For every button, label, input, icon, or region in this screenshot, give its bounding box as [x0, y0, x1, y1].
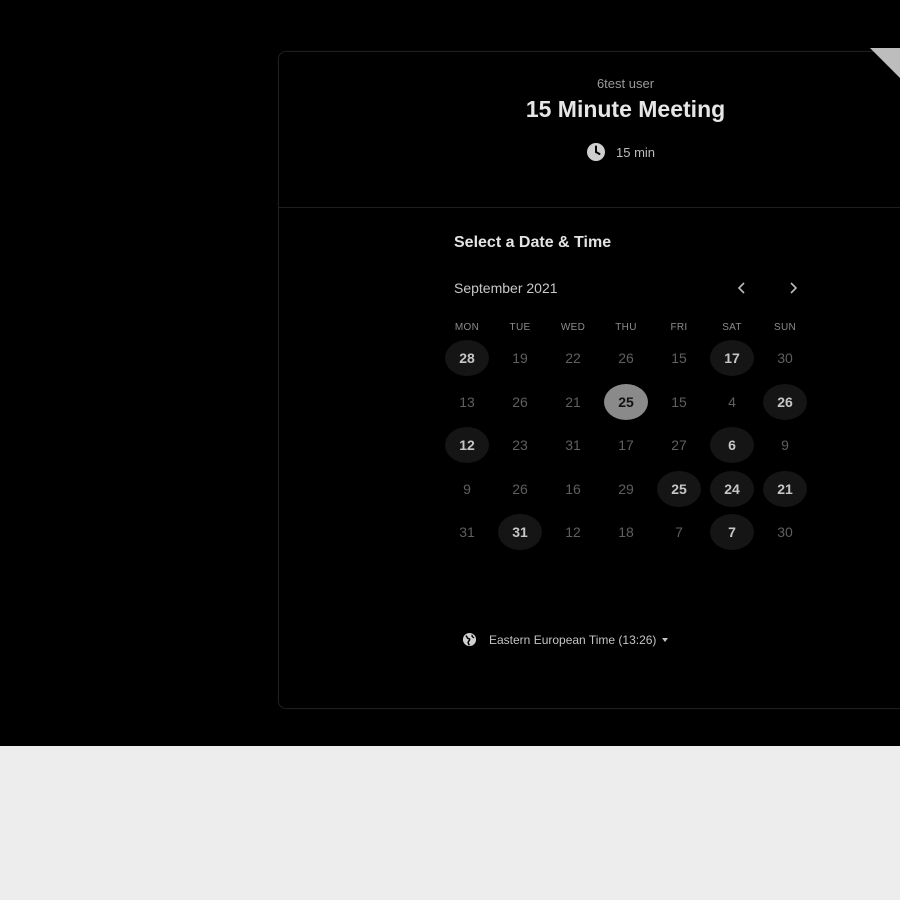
previous-month-button[interactable] — [726, 272, 758, 304]
next-month-button[interactable] — [777, 272, 809, 304]
calendar-day[interactable]: 31 — [498, 514, 542, 550]
weekday-tue: TUE — [509, 322, 531, 333]
chevron-right-icon — [790, 282, 798, 294]
month-label: September 2021 — [454, 280, 558, 296]
calendar-day: 15 — [671, 350, 687, 366]
calendar-day[interactable]: 21 — [763, 470, 807, 507]
calendar-day: 26 — [618, 350, 634, 366]
weekday-mon: MON — [454, 322, 480, 333]
calendar-day: 30 — [777, 350, 793, 366]
timezone-label: Eastern European Time (13:26) — [489, 632, 657, 647]
weekday-thu: THU — [615, 322, 637, 333]
calendar-day: 23 — [512, 437, 528, 453]
calendar-day: 9 — [463, 480, 471, 497]
event-title: 15 Minute Meeting — [525, 96, 726, 122]
calendar-day[interactable]: 17 — [710, 340, 754, 376]
calendar-day[interactable]: 7 — [710, 514, 754, 550]
duration-label: 15 min — [616, 144, 656, 160]
calendar-day: 22 — [565, 350, 581, 366]
corner-ribbon — [870, 48, 900, 78]
calendar-day[interactable]: 25 — [657, 470, 701, 507]
calendar-day: 13 — [459, 393, 475, 410]
clock-icon — [587, 143, 605, 161]
calendar-day: 31 — [459, 524, 475, 540]
chevron-left-icon — [737, 282, 745, 294]
calendar-day: 19 — [512, 350, 528, 366]
calendar-day: 26 — [512, 480, 528, 497]
globe-icon — [462, 632, 477, 647]
weekday-sat: SAT — [722, 322, 742, 333]
calendar-day[interactable]: 24 — [710, 470, 754, 507]
calendar-day: 15 — [671, 393, 687, 410]
calendar-day[interactable]: 26 — [763, 383, 807, 420]
calendar-day: 17 — [618, 437, 634, 453]
calendar-day: 30 — [777, 524, 793, 540]
event-owner: 6test user — [596, 76, 655, 91]
calendar-day[interactable]: 28 — [445, 340, 489, 376]
caret-down-icon — [662, 637, 669, 642]
calendar-day[interactable]: 12 — [445, 427, 489, 463]
calendar-day: 31 — [565, 437, 581, 453]
event-header: 6test user 15 Minute Meeting 15 min — [279, 52, 900, 208]
calendar-day: 18 — [618, 524, 634, 540]
calendar-day: 29 — [618, 480, 634, 497]
calendar-day[interactable]: 6 — [710, 427, 754, 463]
calendar-day: 21 — [565, 393, 581, 410]
calendar-day: 27 — [671, 437, 687, 453]
timezone-selector[interactable]: Eastern European Time (13:26) — [462, 632, 669, 647]
calendar-day: 9 — [781, 437, 789, 453]
event-duration: 15 min — [586, 142, 655, 162]
weekday-sun: SUN — [773, 322, 796, 333]
weekday-wed: WED — [560, 322, 586, 333]
page-backdrop: 6test user 15 Minute Meeting 15 min Sele… — [0, 0, 900, 746]
calendar-day: 16 — [565, 480, 581, 497]
section-title: Select a Date & Time — [454, 234, 612, 251]
calendar-day: 12 — [565, 524, 581, 540]
weekday-fri: FRI — [670, 322, 688, 333]
calendar-day-selected[interactable]: 25 — [604, 383, 648, 420]
calendar-day: 4 — [728, 393, 736, 410]
scheduling-card: 6test user 15 Minute Meeting 15 min Sele… — [278, 51, 900, 709]
calendar-day: 7 — [675, 524, 683, 540]
calendar-day: 26 — [512, 393, 528, 410]
